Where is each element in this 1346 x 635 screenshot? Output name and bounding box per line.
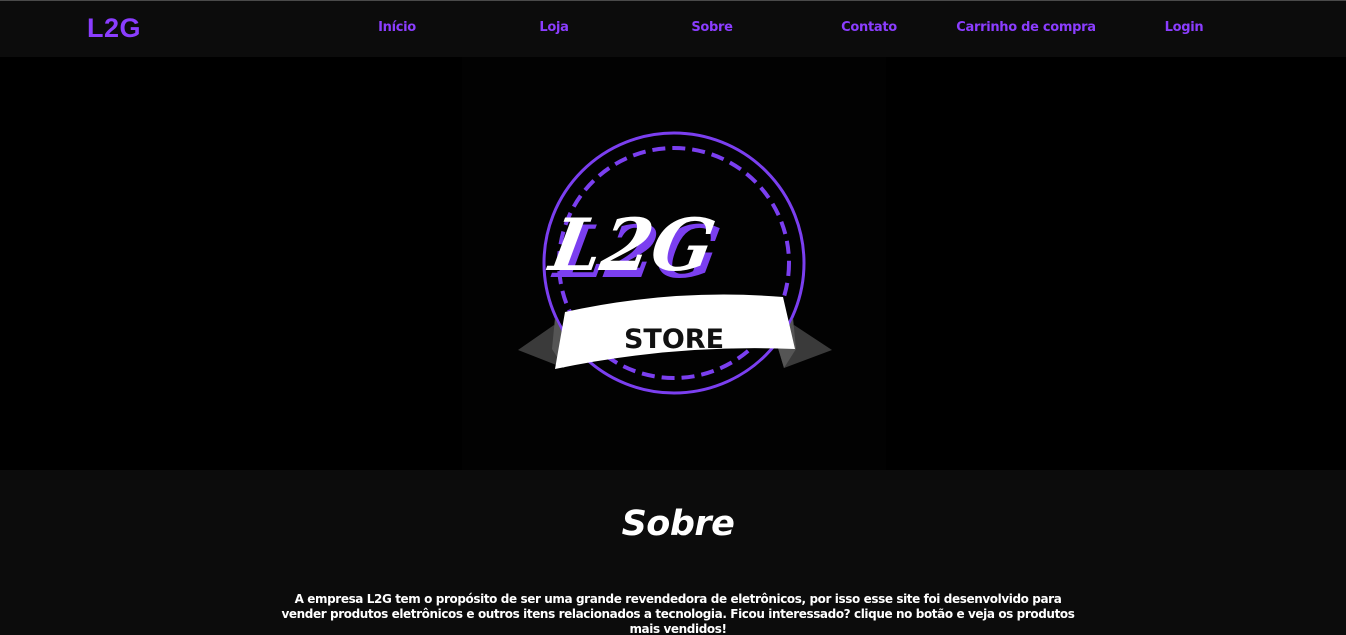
nav-link-sobre[interactable]: Sobre	[691, 20, 733, 35]
page: L2G Início Loja Sobre Contato Carrinho d…	[0, 0, 1346, 635]
about-section: Sobre A empresa L2G tem o propósito de s…	[0, 470, 1346, 635]
logo-wordmark: L2G	[542, 204, 721, 288]
about-text: A empresa L2G tem o propósito de ser uma…	[281, 592, 1075, 635]
navbar: L2G Início Loja Sobre Contato Carrinho d…	[0, 0, 1346, 57]
nav-link-carrinho[interactable]: Carrinho de compra	[956, 20, 1096, 35]
nav-link-loja[interactable]: Loja	[539, 20, 569, 35]
nav-link-contato[interactable]: Contato	[841, 20, 897, 35]
brand-logo[interactable]: L2G	[87, 13, 141, 44]
store-logo: STORE L2G L2G	[518, 131, 832, 395]
logo-banner-text: STORE	[624, 324, 724, 355]
about-title: Sobre	[621, 504, 735, 544]
hero-banner: STORE L2G L2G	[0, 57, 1346, 470]
nav-link-login[interactable]: Login	[1165, 20, 1204, 35]
nav-link-inicio[interactable]: Início	[378, 20, 416, 35]
store-logo-image: STORE L2G L2G	[462, 57, 886, 470]
